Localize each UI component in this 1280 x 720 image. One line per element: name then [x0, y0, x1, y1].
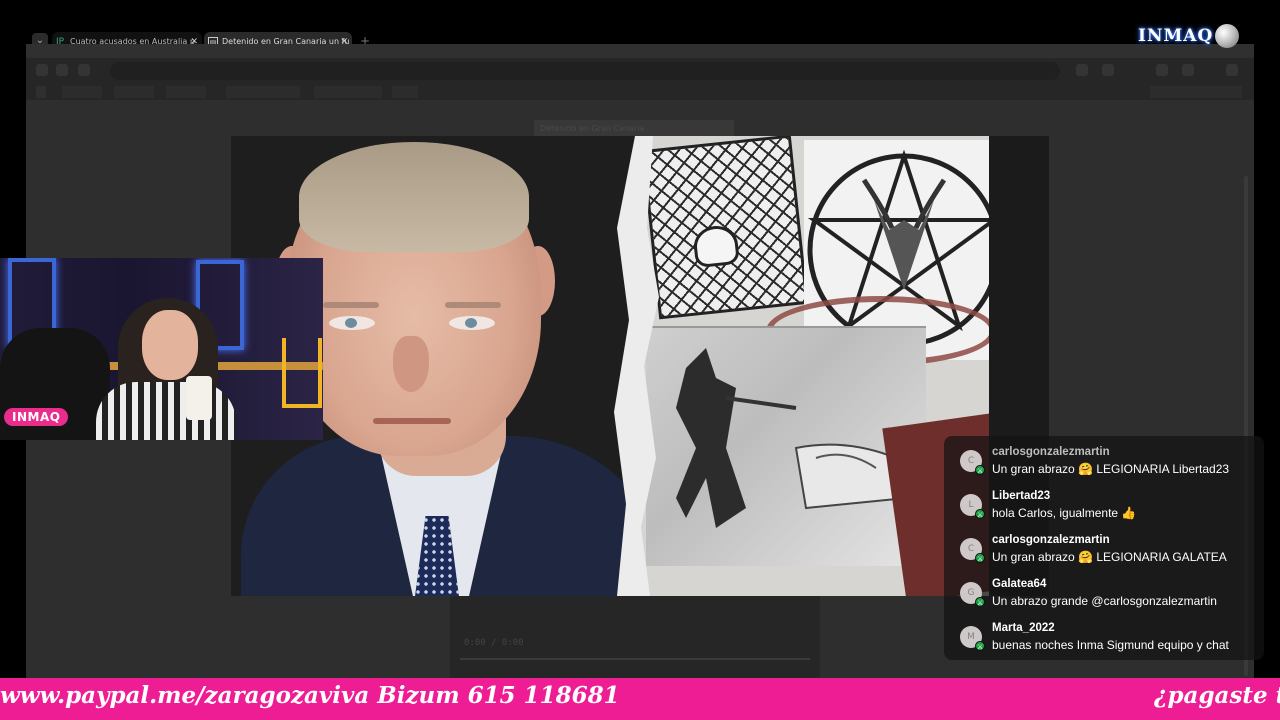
- eye: [449, 316, 495, 330]
- profile-icon[interactable]: [1182, 64, 1194, 76]
- all-bookmarks[interactable]: [1150, 86, 1242, 98]
- back-icon[interactable]: [36, 64, 48, 76]
- video-progress-track[interactable]: [460, 658, 810, 660]
- video-time: 0:00 / 0:00: [464, 638, 524, 648]
- browser-toolbar: [26, 58, 1254, 84]
- extensions-icon[interactable]: [1102, 64, 1114, 76]
- globe-icon: [1215, 24, 1240, 48]
- chat-message: G Galatea64 Un abrazo grande @carlosgonz…: [952, 572, 1256, 616]
- avatar: G: [960, 582, 985, 614]
- stream-screen: ⌄ IP Cuatro acusados en Australia p ✕ ▤ …: [0, 0, 1280, 720]
- yellow-chair: [282, 338, 322, 408]
- avatar: C: [960, 538, 985, 570]
- chat-text: Un gran abrazo 🤗 LEGIONARIA Libertad23: [992, 462, 1230, 476]
- ticker-text-continued: ¿pagaste tu: [1154, 682, 1280, 709]
- avatar-letter: C: [967, 456, 975, 466]
- mouth: [373, 418, 451, 424]
- chat-username: Galatea64: [992, 578, 1047, 590]
- bookmark-item[interactable]: [314, 86, 382, 98]
- moderator-badge-icon: [975, 636, 985, 658]
- bookmark-item[interactable]: [114, 86, 154, 98]
- live-chat: C carlosgonzalezmartin Un gran abrazo 🤗 …: [944, 436, 1264, 660]
- streamer-sweater: [96, 382, 236, 440]
- moderator-badge-icon: [975, 504, 985, 526]
- article-image: [231, 136, 1049, 596]
- mug: [186, 376, 212, 420]
- chat-text: Un gran abrazo 🤗 LEGIONARIA GALATEA: [992, 550, 1227, 564]
- chat-text: Un abrazo grande @carlosgonzalezmartin: [992, 594, 1217, 608]
- chat-username: carlosgonzalezmartin: [992, 534, 1110, 546]
- address-bar[interactable]: [110, 62, 1060, 80]
- chat-username: carlosgonzalezmartin: [992, 446, 1110, 458]
- moderator-badge-icon: [975, 460, 985, 482]
- forward-icon[interactable]: [56, 64, 68, 76]
- menu-icon[interactable]: [1226, 64, 1238, 76]
- moderator-badge-icon: [975, 548, 985, 570]
- chat-username: Marta_2022: [992, 622, 1055, 634]
- avatar-letter: M: [967, 632, 975, 642]
- eye: [329, 316, 375, 330]
- eyebrow: [445, 302, 501, 308]
- avatar: L: [960, 494, 985, 526]
- streamer-face: [142, 310, 198, 380]
- devil-figure-icon: [676, 348, 908, 528]
- avatar-letter: L: [968, 500, 974, 510]
- eyebrow: [323, 302, 379, 308]
- chat-username: Libertad23: [992, 490, 1051, 502]
- chat-message: L Libertad23 hola Carlos, igualmente 👍: [952, 484, 1256, 528]
- download-icon[interactable]: [1156, 64, 1168, 76]
- video-player-controls[interactable]: 0:00 / 0:00: [450, 594, 820, 680]
- avatar-letter: C: [967, 544, 975, 554]
- avatar: M: [960, 626, 985, 658]
- bookmark-item[interactable]: [226, 86, 300, 98]
- chat-text: hola Carlos, igualmente 👍: [992, 506, 1137, 520]
- chat-message: C carlosgonzalezmartin Un gran abrazo 🤗 …: [952, 440, 1256, 484]
- nose: [393, 336, 429, 392]
- star-icon[interactable]: [1076, 64, 1088, 76]
- bookmark-item[interactable]: [166, 86, 206, 98]
- webcam-feed: INMAQ: [0, 258, 323, 440]
- chat-message: M Marta_2022 buenas noches Inma Sigmund …: [952, 616, 1256, 660]
- apps-icon[interactable]: [36, 86, 46, 98]
- chat-text: buenas noches Inma Sigmund equipo y chat: [992, 638, 1229, 652]
- bookmark-item[interactable]: [392, 86, 418, 98]
- logo-text: INMAQ: [1138, 26, 1214, 46]
- avatar: C: [960, 450, 985, 482]
- ticker-text: www.paypal.me/zaragozaviva Bizum 615 118…: [0, 682, 620, 709]
- moderator-badge-icon: [975, 592, 985, 614]
- bookmark-item[interactable]: [62, 86, 102, 98]
- avatar-letter: G: [967, 588, 975, 598]
- donation-ticker: www.paypal.me/zaragozaviva Bizum 615 118…: [0, 678, 1280, 720]
- chat-message: C carlosgonzalezmartin Un gran abrazo 🤗 …: [952, 528, 1256, 572]
- webcam-name-badge: INMAQ: [4, 408, 69, 426]
- hair: [299, 142, 529, 252]
- reload-icon[interactable]: [78, 64, 90, 76]
- channel-logo: INMAQ: [1138, 22, 1240, 50]
- bookmarks-bar: [26, 84, 1254, 100]
